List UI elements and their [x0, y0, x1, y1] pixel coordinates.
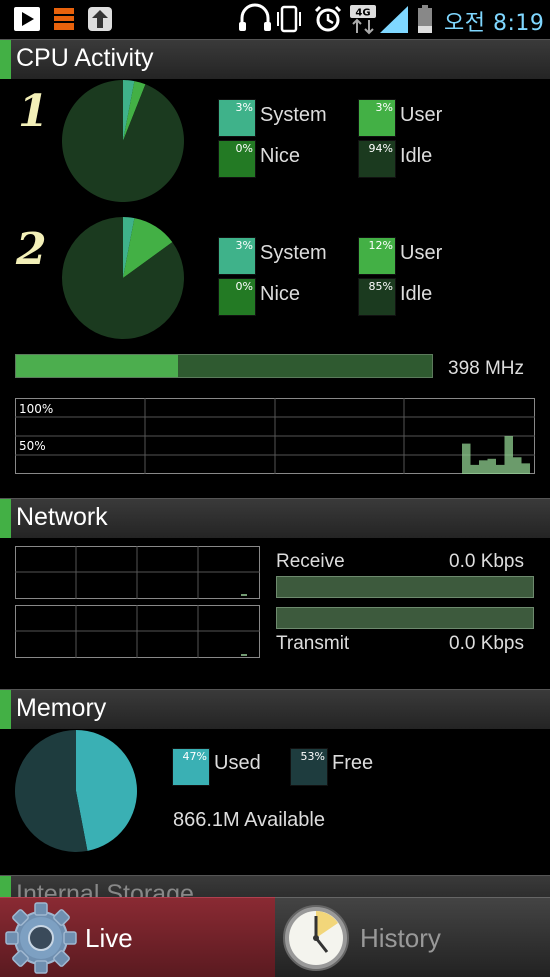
cpu-history-bar	[521, 463, 530, 474]
cpu-history-bar	[504, 436, 513, 474]
core-1-idle-label: Idle	[400, 145, 433, 167]
app-icon	[54, 8, 74, 30]
core-2-idle-label: Idle	[400, 283, 433, 305]
network-receive-graph	[15, 546, 260, 599]
cpu-core-2-number: 2	[16, 224, 47, 275]
headset-icon	[239, 3, 271, 31]
core-1-nice-swatch: 0%	[218, 140, 256, 178]
network-section-title: Network	[16, 503, 108, 531]
core-1-idle-swatch: 94%	[358, 140, 396, 178]
memory-section-header: Memory	[0, 689, 550, 729]
gear-icon	[5, 902, 77, 974]
memory-free-pct: 53%	[300, 750, 325, 763]
alarm-icon	[314, 5, 342, 32]
core-2-idle-pct: 85%	[368, 280, 393, 293]
memory-free-label: Free	[332, 752, 374, 774]
network-transmit-label: Transmit	[276, 633, 350, 654]
status-bar: 4G 오전 8:19	[0, 0, 550, 38]
cpu-core-1-pie	[61, 80, 184, 202]
tab-history[interactable]: History	[275, 897, 550, 977]
core-1-nice-label: Nice	[260, 145, 301, 167]
core-1-idle-pct: 94%	[368, 142, 393, 155]
cpu-section-header: CPU Activity	[0, 39, 550, 79]
core-2-nice-swatch: 0%	[218, 278, 256, 316]
network-transmit-value: 0.0 Kbps	[449, 633, 524, 654]
network-badge: 4G	[355, 8, 370, 19]
core-1-nice-pct: 0%	[235, 142, 253, 155]
core-2-nice-label: Nice	[260, 283, 301, 305]
cpu-frequency-bar	[15, 354, 433, 378]
battery-icon	[418, 5, 432, 33]
upload-icon	[88, 7, 112, 31]
core-1-system-label: System	[260, 104, 327, 126]
play-store-icon	[14, 7, 40, 31]
memory-used-swatch: 47%	[172, 748, 210, 786]
cpu-frequency-label: 398 MHz	[448, 358, 525, 379]
cpu-history-bar	[479, 460, 488, 474]
signal-icon	[380, 6, 408, 33]
cpu-history-bar	[470, 464, 479, 474]
cpu-history-label-100: 100%	[19, 402, 53, 416]
data-transfer-icon: 4G	[350, 5, 376, 35]
section-accent	[0, 499, 11, 538]
cpu-history-bar	[487, 458, 496, 474]
memory-used-pct: 47%	[182, 750, 207, 763]
network-transmit-bar	[276, 607, 534, 629]
core-2-user-label: User	[400, 242, 443, 264]
vibrate-icon	[277, 5, 301, 33]
cpu-section-title: CPU Activity	[16, 44, 154, 72]
core-2-idle-swatch: 85%	[358, 278, 396, 316]
memory-available: 866.1M Available	[173, 809, 325, 831]
network-receive-label: Receive	[276, 551, 345, 572]
core-2-system-label: System	[260, 242, 327, 264]
clock-icon	[283, 905, 349, 971]
core-2-system-pct: 3%	[235, 239, 253, 252]
section-accent	[0, 690, 11, 729]
status-time: 오전 8:19	[444, 11, 545, 36]
cpu-history-bar	[513, 457, 522, 474]
network-transmit-graph	[15, 605, 260, 658]
cpu-core-2-pie	[61, 217, 185, 339]
tab-live-label: Live	[85, 923, 133, 953]
memory-pie-slice-used	[76, 730, 137, 851]
cpu-core-1-number: 1	[18, 86, 49, 137]
tab-live[interactable]: Live	[0, 897, 275, 977]
core-2-nice-pct: 0%	[235, 280, 253, 293]
core-1-system-pct: 3%	[235, 101, 253, 114]
core-1-system-swatch: 3%	[218, 99, 256, 137]
cpu-frequency-fill	[16, 355, 179, 377]
network-section-header: Network	[0, 498, 550, 538]
status-left-icons	[14, 7, 112, 31]
tab-history-label: History	[360, 923, 441, 953]
memory-section-title: Memory	[16, 694, 107, 722]
core-1-user-pct: 3%	[375, 101, 393, 114]
memory-used-label: Used	[214, 752, 261, 774]
core-2-user-swatch: 12%	[358, 237, 396, 275]
core-2-user-pct: 12%	[368, 239, 393, 252]
network-receive-bar	[276, 576, 534, 598]
core-1-pie-slice-idle	[61, 80, 184, 202]
cpu-history-bar	[496, 464, 505, 474]
memory-free-swatch: 53%	[290, 748, 328, 786]
cpu-history-label-50: 50%	[19, 439, 46, 453]
core-2-system-swatch: 3%	[218, 237, 256, 275]
bottom-tab-bar: Live History	[0, 897, 550, 977]
memory-pie	[14, 730, 137, 852]
core-1-user-label: User	[400, 104, 443, 126]
cpu-history-graph: 100% 50%	[15, 398, 535, 474]
cpu-history-bar	[462, 443, 471, 474]
section-accent	[0, 40, 11, 79]
core-1-user-swatch: 3%	[358, 99, 396, 137]
network-receive-value: 0.0 Kbps	[449, 551, 524, 572]
